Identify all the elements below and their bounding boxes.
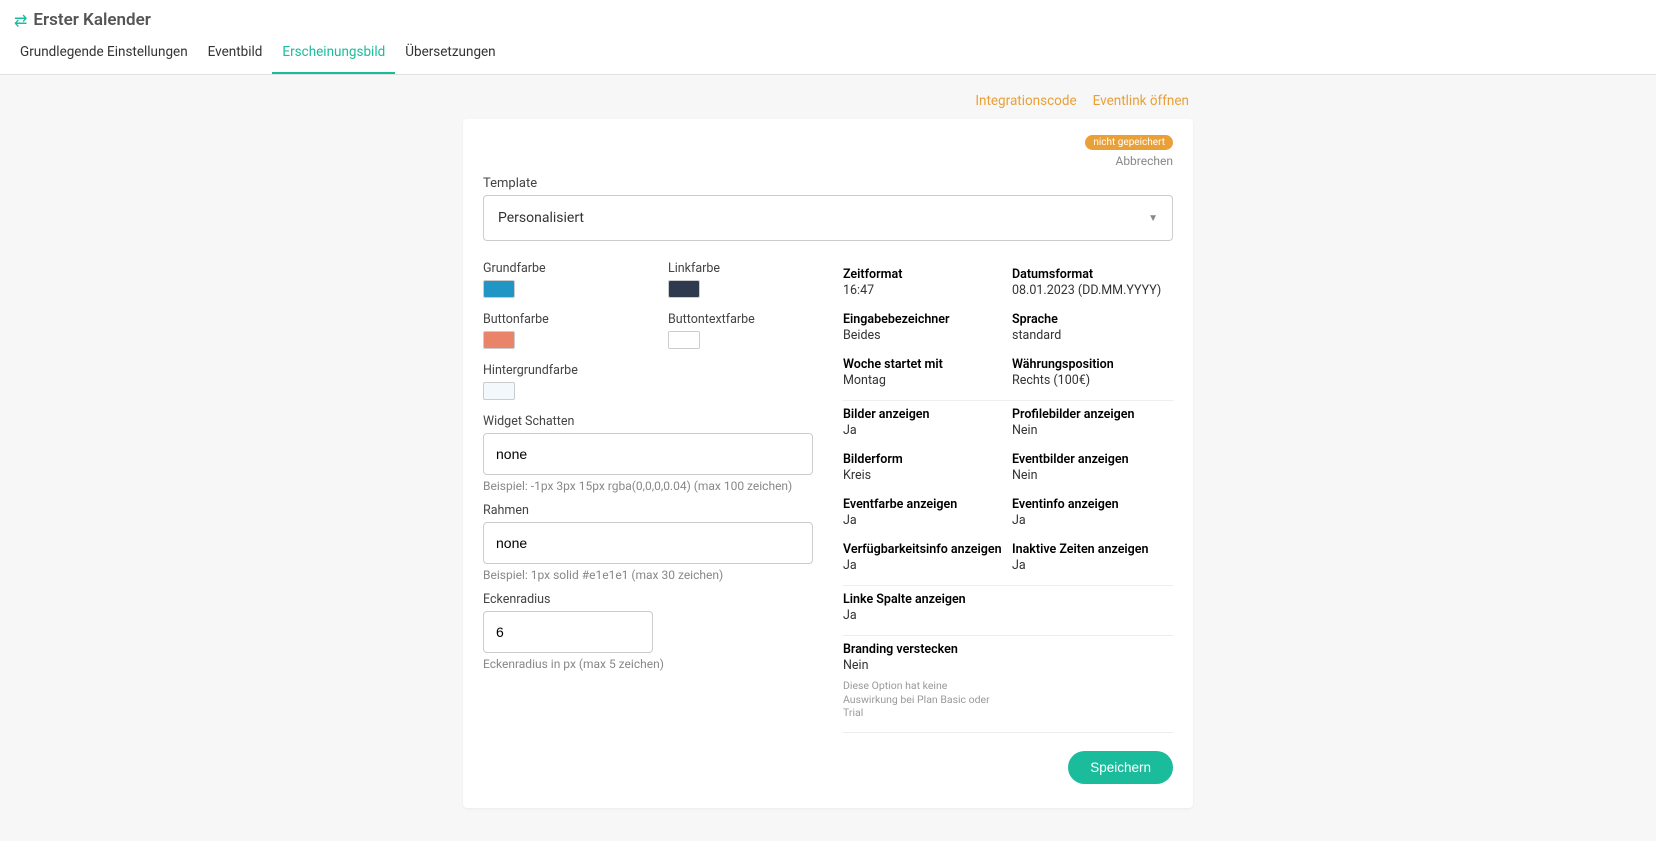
hintergrundfarbe-label: Hintergrundfarbe bbox=[483, 363, 628, 378]
currencypos-item[interactable]: Währungsposition Rechts (100€) bbox=[1012, 357, 1173, 388]
hintergrundfarbe-swatch[interactable] bbox=[483, 382, 515, 400]
buttontextfarbe-swatch[interactable] bbox=[668, 331, 700, 349]
showeventcolor-item[interactable]: Eventfarbe anzeigen Ja bbox=[843, 497, 1004, 528]
save-button[interactable]: Speichern bbox=[1068, 751, 1173, 784]
linkfarbe-swatch[interactable] bbox=[668, 280, 700, 298]
eventlink-open-link[interactable]: Eventlink öffnen bbox=[1093, 93, 1189, 109]
inputlabel-item[interactable]: Eingabebezeichner Beides bbox=[843, 312, 1004, 343]
grundfarbe-label: Grundfarbe bbox=[483, 261, 628, 276]
page-title: Erster Kalender bbox=[33, 10, 150, 30]
branding-hint: Diese Option hat keine Auswirkung bei Pl… bbox=[843, 679, 993, 720]
radius-label: Eckenradius bbox=[483, 592, 813, 607]
shadow-help: Beispiel: -1px 3px 15px rgba(0,0,0,0.04)… bbox=[483, 479, 813, 493]
dateformat-item[interactable]: Datumsformat 08.01.2023 (DD.MM.YYYY) bbox=[1012, 267, 1173, 298]
unsaved-badge: nicht gepeichert bbox=[1085, 135, 1173, 150]
shadow-input[interactable] bbox=[483, 433, 813, 475]
grundfarbe-swatch[interactable] bbox=[483, 280, 515, 298]
tab-basic-settings[interactable]: Grundlegende Einstellungen bbox=[10, 34, 198, 74]
buttonfarbe-label: Buttonfarbe bbox=[483, 312, 628, 327]
leftcol-item[interactable]: Linke Spalte anzeigen Ja bbox=[843, 592, 1004, 623]
showinactive-item[interactable]: Inaktive Zeiten anzeigen Ja bbox=[1012, 542, 1173, 573]
buttonfarbe-swatch[interactable] bbox=[483, 331, 515, 349]
border-help: Beispiel: 1px solid #e1e1e1 (max 30 zeic… bbox=[483, 568, 813, 582]
showprofile-item[interactable]: Profilebilder anzeigen Nein bbox=[1012, 407, 1173, 438]
shadow-label: Widget Schatten bbox=[483, 414, 813, 429]
template-label: Template bbox=[483, 176, 1173, 191]
tab-bar: Grundlegende Einstellungen Eventbild Ers… bbox=[0, 34, 1656, 74]
template-value: Personalisiert bbox=[498, 210, 584, 226]
cancel-link[interactable]: Abbrechen bbox=[1115, 154, 1173, 168]
tab-appearance[interactable]: Erscheinungsbild bbox=[272, 34, 395, 74]
border-label: Rahmen bbox=[483, 503, 813, 518]
showavail-item[interactable]: Verfügbarkeitsinfo anzeigen Ja bbox=[843, 542, 1004, 573]
integration-code-link[interactable]: Integrationscode bbox=[975, 93, 1076, 109]
timeformat-item[interactable]: Zeitformat 16:47 bbox=[843, 267, 1004, 298]
border-input[interactable] bbox=[483, 522, 813, 564]
showimages-item[interactable]: Bilder anzeigen Ja bbox=[843, 407, 1004, 438]
showeventinfo-item[interactable]: Eventinfo anzeigen Ja bbox=[1012, 497, 1173, 528]
radius-input[interactable] bbox=[483, 611, 653, 653]
showeventimg-item[interactable]: Eventbilder anzeigen Nein bbox=[1012, 452, 1173, 483]
imageform-item[interactable]: Bilderform Kreis bbox=[843, 452, 1004, 483]
swap-icon: ⇄ bbox=[14, 11, 27, 30]
linkfarbe-label: Linkfarbe bbox=[668, 261, 813, 276]
chevron-down-icon: ▼ bbox=[1148, 213, 1158, 224]
buttontextfarbe-label: Buttontextfarbe bbox=[668, 312, 813, 327]
language-item[interactable]: Sprache standard bbox=[1012, 312, 1173, 343]
weekstart-item[interactable]: Woche startet mit Montag bbox=[843, 357, 1004, 388]
template-select[interactable]: Personalisiert ▼ bbox=[483, 195, 1173, 241]
radius-help: Eckenradius in px (max 5 zeichen) bbox=[483, 657, 813, 671]
tab-event-image[interactable]: Eventbild bbox=[198, 34, 273, 74]
appearance-card: nicht gepeichert Abbrechen Template Pers… bbox=[463, 119, 1193, 808]
tab-translations[interactable]: Übersetzungen bbox=[395, 34, 505, 74]
branding-item[interactable]: Branding verstecken Nein Diese Option ha… bbox=[843, 642, 1004, 720]
